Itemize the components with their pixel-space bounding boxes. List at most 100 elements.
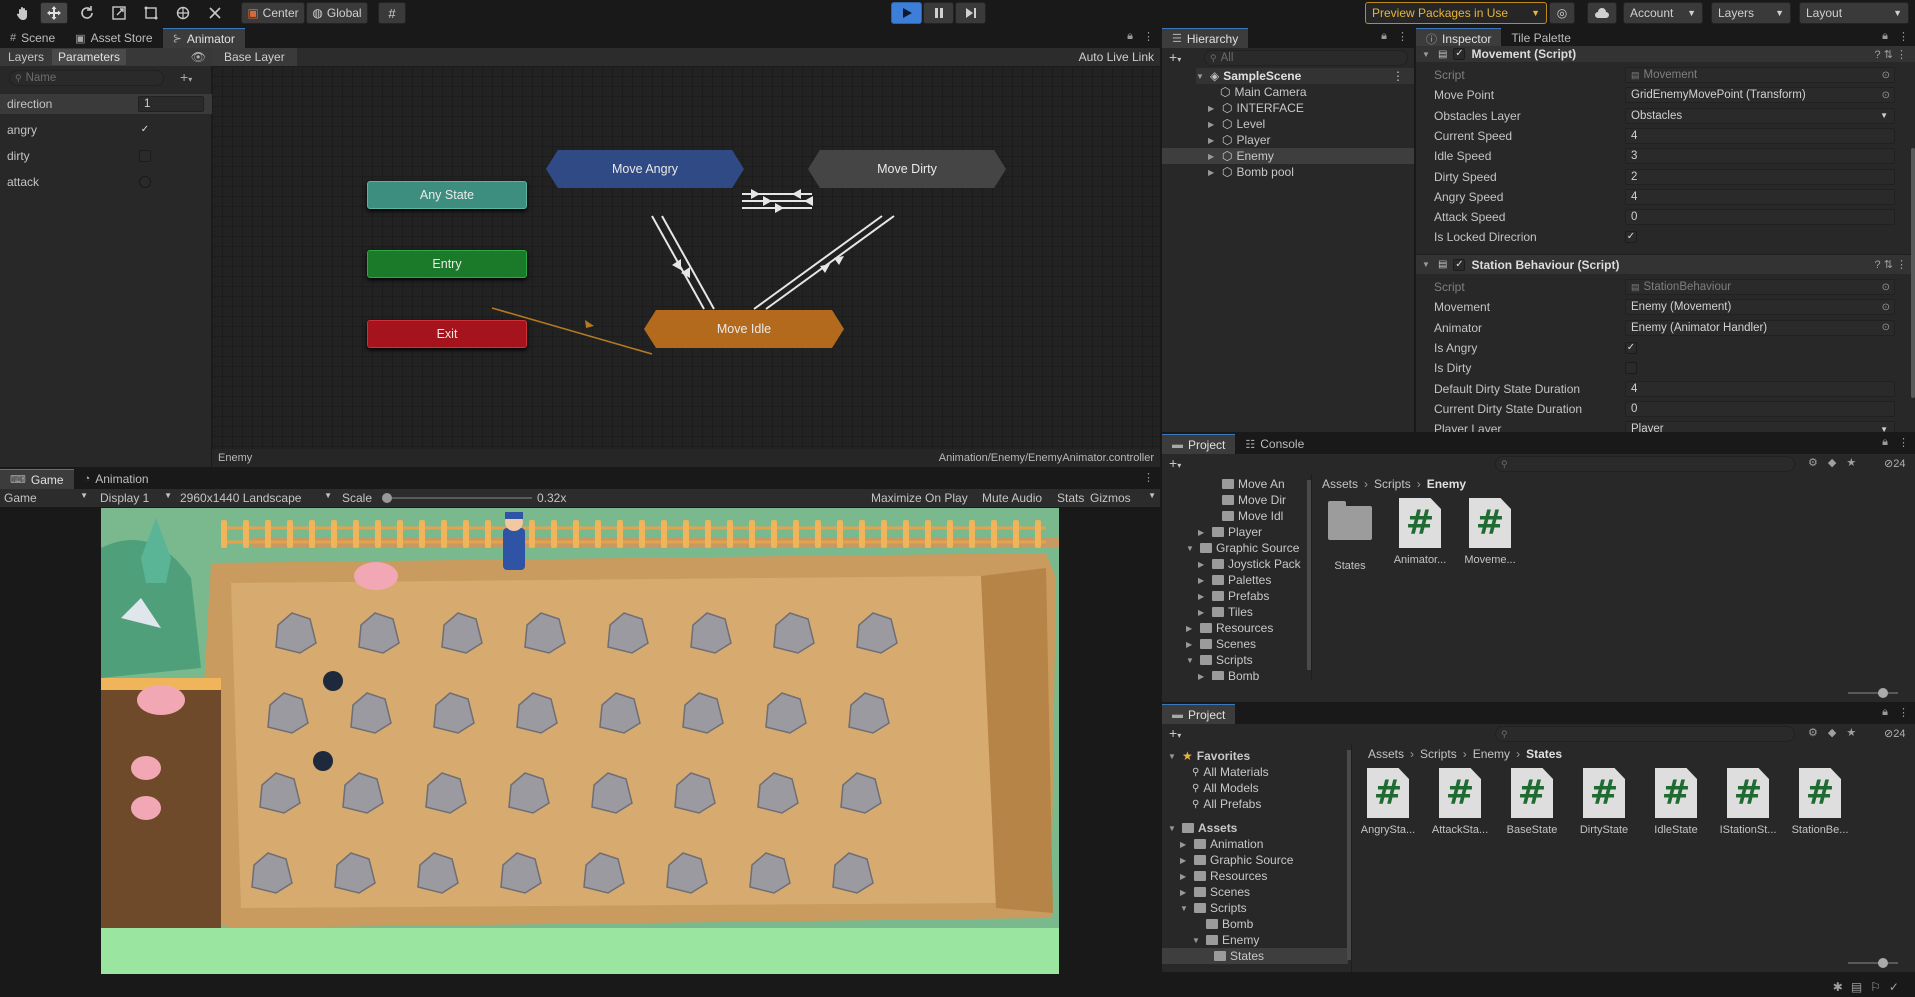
favorite-item[interactable]: ⚲ All Models: [1192, 780, 1259, 796]
lock-icon[interactable]: 🔒︎: [1882, 706, 1888, 719]
folder-tree-item[interactable]: ▼ Scripts: [1186, 652, 1253, 668]
add-parameter-button[interactable]: +▾: [180, 69, 192, 85]
custom-tool-button[interactable]: [202, 2, 228, 24]
inspector-scrollbar[interactable]: [1911, 148, 1915, 398]
expand-arrow-icon[interactable]: ▼: [1168, 824, 1178, 833]
tab-project[interactable]: ▬ Project: [1162, 434, 1236, 454]
asset-item[interactable]: # AngrySta...: [1358, 768, 1418, 836]
scale-slider-thumb[interactable]: [382, 493, 392, 503]
grid-snap-button[interactable]: #: [378, 2, 406, 24]
display-dropdown[interactable]: Display 1 ▼: [100, 491, 172, 505]
folder-tree-item[interactable]: Move Idl: [1222, 508, 1283, 524]
expand-arrow-icon[interactable]: ▼: [1186, 544, 1196, 553]
field-value[interactable]: Player ▼: [1625, 421, 1895, 432]
parameter-value-field[interactable]: 1: [138, 96, 204, 112]
parameter-row-attack[interactable]: attack: [0, 172, 212, 192]
folder-tree-item[interactable]: ▶ Resources: [1180, 868, 1267, 884]
tab-game[interactable]: ⌨︎ Game: [0, 469, 74, 489]
hierarchy-item[interactable]: ▶ ⬡ Player: [1208, 132, 1271, 148]
state-any-state[interactable]: Any State: [367, 181, 527, 209]
object-picker-icon[interactable]: ⊙: [1882, 90, 1890, 101]
lock-icon[interactable]: 🔒︎: [1882, 436, 1888, 449]
rotate-tool-button[interactable]: [74, 2, 100, 24]
asset-item[interactable]: # AttackSta...: [1430, 768, 1490, 836]
parameter-row-angry[interactable]: angry ✓: [0, 120, 212, 140]
tab-animator[interactable]: ⊱ Animator: [162, 28, 245, 48]
collapse-arrow-icon[interactable]: ▼: [1422, 260, 1432, 269]
play-button[interactable]: [891, 2, 922, 24]
maximize-on-play-toggle[interactable]: Maximize On Play: [871, 491, 968, 505]
eye-icon[interactable]: 👁︎: [191, 50, 206, 64]
hierarchy-item-selected[interactable]: ▶ ⬡ Enemy: [1162, 148, 1414, 164]
trigger-radio[interactable]: [139, 176, 151, 188]
zoom-slider[interactable]: [1848, 688, 1898, 698]
breadcrumb-item[interactable]: Enemy: [1473, 747, 1510, 761]
folder-tree-item[interactable]: ▶ Animation: [1180, 836, 1263, 852]
state-entry[interactable]: Entry: [367, 250, 527, 278]
expand-arrow-icon[interactable]: ▶: [1208, 120, 1218, 129]
expand-arrow-icon[interactable]: ▶: [1186, 624, 1196, 633]
more-icon[interactable]: ⋮: [1898, 436, 1909, 449]
layout-dropdown[interactable]: Layout ▼: [1799, 2, 1909, 24]
field-value[interactable]: GridEnemyMovePoint (Transform) ⊙: [1625, 87, 1895, 104]
pause-button[interactable]: [923, 2, 954, 24]
tab-project[interactable]: ▬ Project: [1162, 704, 1236, 724]
favorite-item[interactable]: ⚲ All Materials: [1192, 764, 1269, 780]
tab-parameters[interactable]: Parameters: [52, 49, 127, 65]
breadcrumb-item[interactable]: Scripts: [1374, 477, 1411, 491]
more-icon[interactable]: ⋮: [1143, 30, 1154, 43]
folder-tree-item[interactable]: ▶ Palettes: [1198, 572, 1271, 588]
parameter-row-dirty[interactable]: dirty: [0, 146, 212, 166]
collapse-arrow-icon[interactable]: ▼: [1422, 50, 1432, 59]
expand-arrow-icon[interactable]: ▶: [1198, 528, 1208, 537]
expand-arrow-icon[interactable]: ▶: [1180, 840, 1190, 849]
asset-item[interactable]: States: [1320, 498, 1380, 572]
zoom-slider[interactable]: [1848, 958, 1898, 968]
object-picker-icon[interactable]: ⊙: [1882, 70, 1890, 81]
tab-scene[interactable]: # Scene: [0, 28, 65, 48]
expand-arrow-icon[interactable]: ▶: [1180, 872, 1190, 881]
game-mode-dropdown[interactable]: Game ▼: [4, 491, 88, 505]
parameter-checkbox[interactable]: ✓: [139, 124, 151, 136]
folder-tree-item[interactable]: ▶ Player: [1198, 524, 1262, 540]
lock-icon[interactable]: 🔒︎: [1882, 30, 1888, 43]
tab-console[interactable]: ☷ Console: [1235, 434, 1314, 454]
parameter-checkbox[interactable]: [139, 150, 151, 162]
hierarchy-search-input[interactable]: ⚲ All: [1204, 50, 1408, 66]
expand-arrow-icon[interactable]: ▼: [1186, 656, 1196, 665]
project-search-input[interactable]: ⚲: [1495, 456, 1795, 472]
rect-tool-button[interactable]: [138, 2, 164, 24]
account-dropdown[interactable]: Account ▼: [1623, 2, 1703, 24]
parameter-search-input[interactable]: ⚲ Name: [9, 70, 164, 86]
lock-icon[interactable]: 🔒︎: [1381, 30, 1387, 43]
folder-tree-item[interactable]: ▼ Assets: [1168, 820, 1237, 836]
create-button[interactable]: +▾: [1169, 725, 1181, 741]
asset-item[interactable]: # Animator...: [1390, 498, 1450, 566]
more-icon[interactable]: ⋮: [1143, 471, 1154, 484]
expand-arrow-icon[interactable]: ▶: [1198, 576, 1208, 585]
tree-scrollbar[interactable]: [1307, 480, 1311, 670]
object-picker-icon[interactable]: ⊙: [1882, 322, 1890, 333]
tree-scrollbar[interactable]: [1347, 750, 1351, 960]
tab-inspector[interactable]: ⓘ Inspector: [1416, 28, 1502, 48]
lock-icon[interactable]: 🔒︎: [1127, 30, 1133, 43]
folder-tree-item[interactable]: Move An: [1222, 476, 1285, 492]
field-value[interactable]: 4: [1625, 380, 1895, 397]
expand-arrow-icon[interactable]: ▶: [1186, 640, 1196, 649]
collab-button[interactable]: ◎: [1549, 2, 1575, 24]
field-value[interactable]: 2: [1625, 168, 1895, 185]
folder-tree-item[interactable]: ▶ Joystick Pack: [1198, 556, 1301, 572]
field-value[interactable]: Enemy (Movement) ⊙: [1625, 299, 1895, 316]
asset-item[interactable]: # Moveme...: [1460, 498, 1520, 566]
folder-tree-item[interactable]: ▼ Enemy: [1192, 932, 1259, 948]
field-checkbox[interactable]: ✓: [1625, 231, 1637, 244]
field-checkbox[interactable]: [1625, 362, 1637, 375]
breadcrumb-item[interactable]: Scripts: [1420, 747, 1457, 761]
expand-arrow-icon[interactable]: ▼: [1192, 936, 1202, 945]
favorites-header[interactable]: ▼ ★ Favorites: [1168, 748, 1250, 764]
scale-tool-button[interactable]: [106, 2, 132, 24]
preview-packages-button[interactable]: Preview Packages in Use ▼: [1365, 2, 1547, 24]
expand-arrow-icon[interactable]: ▶: [1208, 152, 1218, 161]
gizmos-dropdown[interactable]: Gizmos ▼: [1090, 491, 1156, 505]
expand-arrow-icon[interactable]: ▶: [1208, 168, 1218, 177]
